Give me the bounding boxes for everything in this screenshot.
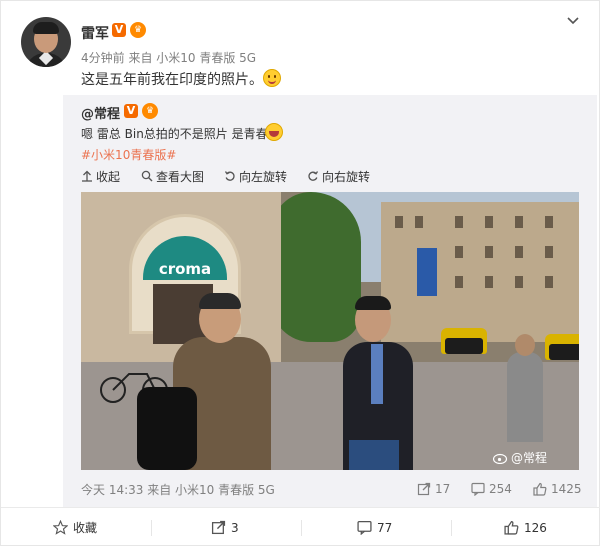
retweet-repost-count: 17 bbox=[435, 482, 451, 496]
verified-badge-icon: V bbox=[112, 23, 126, 37]
retweet-footer: 今天 14:33 来自 小米10 青春版 5G 17 254 1425 bbox=[81, 479, 582, 499]
repost-button[interactable]: 3 bbox=[211, 508, 239, 546]
post-text: 这是五年前我在印度的照片。 bbox=[81, 72, 263, 88]
photo-backpack bbox=[137, 387, 197, 470]
photo-taxi bbox=[545, 334, 579, 360]
retweet-box: @常程 V ♛ 嗯 雷总 Bin总拍的不是照片 是青春 #小米10青春版# 收起… bbox=[63, 95, 597, 507]
photo-tree bbox=[271, 192, 361, 342]
thumbs-up-icon bbox=[533, 482, 547, 496]
comment-icon bbox=[357, 520, 372, 536]
laugh-emoji-icon bbox=[265, 123, 283, 141]
rotate-right-button[interactable]: 向右旋转 bbox=[307, 168, 370, 186]
post-meta: 4分钟前 来自 小米10 青春版 5G bbox=[81, 51, 257, 65]
retweet-comment-count: 254 bbox=[489, 482, 512, 496]
favorite-button[interactable]: 收藏 bbox=[52, 508, 98, 546]
photo-person-background-head bbox=[515, 334, 535, 356]
retweet-verified-badge-icon: V bbox=[124, 104, 138, 118]
rotate-left-button[interactable]: 向左旋转 bbox=[224, 168, 287, 186]
comment-icon bbox=[471, 482, 485, 497]
photo-banner bbox=[417, 248, 437, 296]
author-name[interactable]: 雷军 bbox=[81, 23, 109, 43]
rotate-right-icon bbox=[308, 171, 319, 181]
photo-person-right-hair bbox=[355, 296, 391, 310]
comment-count: 77 bbox=[377, 521, 393, 535]
author-avatar[interactable] bbox=[21, 17, 71, 67]
photo-person-right-shirt bbox=[371, 344, 383, 404]
comment-button[interactable]: 77 bbox=[357, 508, 392, 546]
thumbs-up-icon bbox=[504, 520, 519, 535]
retweet-crown-icon: ♛ bbox=[142, 103, 158, 119]
rotate-left-icon bbox=[224, 171, 235, 181]
repost-icon bbox=[417, 482, 431, 496]
photo-person-background bbox=[507, 352, 543, 442]
rotate-left-label: 向左旋转 bbox=[239, 170, 288, 184]
retweet-author[interactable]: @常程 bbox=[81, 103, 120, 122]
collapse-button[interactable]: 收起 bbox=[81, 168, 120, 186]
like-button[interactable]: 126 bbox=[504, 508, 547, 546]
retweet-comment-button[interactable]: 254 bbox=[471, 480, 512, 498]
divider bbox=[151, 520, 152, 536]
retweet-repost-button[interactable]: 17 bbox=[417, 480, 450, 498]
star-icon bbox=[52, 519, 69, 535]
divider bbox=[301, 520, 302, 536]
photo-taxi bbox=[441, 328, 487, 354]
smile-emoji-icon bbox=[263, 69, 281, 87]
collapse-icon bbox=[82, 170, 92, 182]
hashtag-link[interactable]: #小米10青春版# bbox=[81, 146, 176, 163]
weibo-logo-icon bbox=[493, 453, 508, 464]
like-count: 126 bbox=[524, 521, 547, 535]
retweet-like-count: 1425 bbox=[551, 482, 582, 496]
divider bbox=[451, 520, 452, 536]
view-large-label: 查看大图 bbox=[156, 170, 205, 184]
retweet-like-button[interactable]: 1425 bbox=[533, 480, 582, 498]
weibo-post-card: 雷军 V ♛ 4分钟前 来自 小米10 青春版 5G 这是五年前我在印度的照片。… bbox=[0, 0, 600, 546]
photo-person-left-hair bbox=[199, 293, 241, 309]
member-crown-icon: ♛ bbox=[130, 22, 146, 38]
post-photo[interactable]: croma @常程 bbox=[81, 192, 579, 470]
chevron-down-icon[interactable] bbox=[565, 13, 581, 29]
photo-building-right bbox=[381, 202, 579, 342]
rotate-right-label: 向右旋转 bbox=[322, 170, 371, 184]
collapse-label: 收起 bbox=[96, 170, 121, 184]
croma-sign-text: croma bbox=[158, 260, 212, 278]
retweet-time: 今天 14:33 来自 小米10 青春版 5G bbox=[81, 483, 275, 497]
view-large-button[interactable]: 查看大图 bbox=[141, 168, 204, 186]
retweet-text: 嗯 雷总 Bin总拍的不是照片 是青春 bbox=[81, 127, 268, 141]
magnifier-icon bbox=[141, 170, 153, 182]
repost-icon bbox=[211, 520, 226, 535]
photo-person-right-jeans bbox=[349, 440, 399, 470]
repost-count: 3 bbox=[231, 521, 239, 535]
post-action-bar: 收藏 3 77 126 bbox=[1, 507, 600, 546]
photo-watermark: @常程 bbox=[511, 451, 548, 465]
favorite-label: 收藏 bbox=[73, 521, 98, 535]
